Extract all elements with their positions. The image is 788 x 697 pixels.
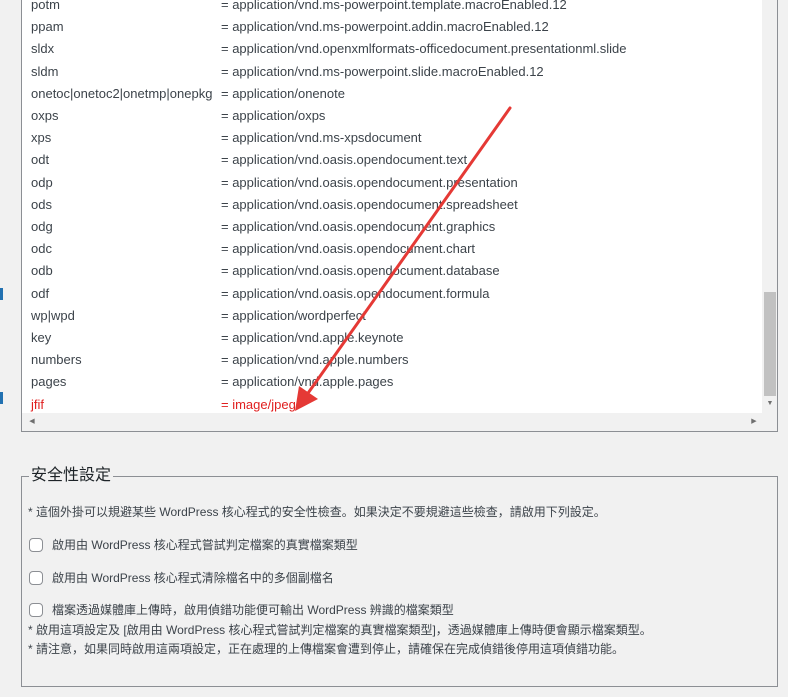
checkbox-debug-filetype[interactable] [29,603,43,617]
debug-note: * 啟用這項設定及 [啟用由 WordPress 核心程式嘗試判定檔案的真實檔案… [28,623,652,637]
mime-type: = application/vnd.oasis.opendocument.for… [221,285,490,301]
horizontal-scrollbar[interactable]: ◀ ▶ [22,413,762,431]
mime-type: = application/vnd.oasis.opendocument.spr… [221,196,518,212]
mime-extension: key [31,330,52,345]
mime-extension: sldx [31,41,55,57]
mime-extension: xps [31,130,52,146]
mime-type: = application/oxps [221,108,326,123]
mime-type: = application/vnd.oasis.opendocument.tex… [221,152,468,168]
security-note: * 這個外掛可以規避某些 WordPress 核心程式的安全性檢查。如果決定不要… [28,505,606,519]
mime-extension: oxps [31,108,59,123]
triangle-left-icon[interactable]: ◀ [24,413,40,431]
checkbox-check-filetype[interactable] [29,538,43,552]
admin-edge-accent [0,392,3,404]
security-settings-title: 安全性設定 [31,467,112,484]
mime-extension: numbers [31,352,82,368]
mime-extension: sldm [31,63,59,79]
mime-extension: ppam [31,19,64,35]
mime-extension: odc [31,241,52,257]
mime-type: = application/vnd.ms-powerpoint.slide.ma… [221,63,544,79]
mime-type: = application/vnd.oasis.opendocument.cha… [221,241,476,257]
mime-type: = application/wordperfect [221,307,366,323]
mime-type: = application/onenote [221,85,345,101]
mime-extension: odb [31,263,53,279]
option-label-sanitize-filename[interactable]: 啟用由 WordPress 核心程式清除檔名中的多個副檔名 [52,569,334,587]
triangle-right-icon[interactable]: ▶ [746,413,762,431]
mime-extension: odf [31,285,50,301]
triangle-down-icon[interactable]: ▼ [762,398,777,410]
option-label-check-filetype[interactable]: 啟用由 WordPress 核心程式嘗試判定檔案的真實檔案類型 [52,536,358,554]
scrollbar-corner [762,412,777,431]
vertical-scrollbar[interactable]: ▼ [762,0,777,412]
debug-warning: * 請注意，如果同時啟用這兩項設定，正在處理的上傳檔案會遭到停止，請確保在完成偵… [28,642,625,656]
scrollbar-thumb[interactable] [764,292,776,396]
mime-extension: potm [31,0,60,12]
checkbox-sanitize-filename[interactable] [29,571,43,585]
mime-type: = application/vnd.oasis.opendocument.pre… [221,174,518,190]
mime-type: = application/vnd.openxmlformats-officed… [221,41,627,57]
mime-extension: odg [31,219,53,234]
mime-types-textarea[interactable]: potm = application/vnd.ms-powerpoint.temp… [21,0,778,432]
mime-extension: pages [31,374,67,390]
admin-edge-accent [0,288,3,300]
mime-type: = application/vnd.apple.keynote [221,330,404,345]
mime-extension: ods [31,196,52,212]
mime-extension: onetoc|onetoc2|onetmp|onepkg [31,85,213,101]
option-label-debug-filetype[interactable]: 檔案透過媒體庫上傳時，啟用偵錯功能便可輸出 WordPress 辨識的檔案類型 [52,601,454,619]
mime-extension: odt [31,152,50,168]
mime-type: = application/vnd.oasis.opendocument.dat… [221,263,500,279]
mime-extension: wp|wpd [31,307,75,323]
mime-type: = application/vnd.apple.pages [221,374,394,390]
mime-type: = application/vnd.ms-xpsdocument [221,130,422,146]
mime-type: = application/vnd.oasis.opendocument.gra… [221,219,496,234]
mime-extension: odp [31,174,53,190]
mime-type: = application/vnd.apple.numbers [221,352,409,368]
mime-type: = application/vnd.ms-powerpoint.template… [221,0,567,12]
mime-type: = application/vnd.ms-powerpoint.addin.ma… [221,19,549,35]
